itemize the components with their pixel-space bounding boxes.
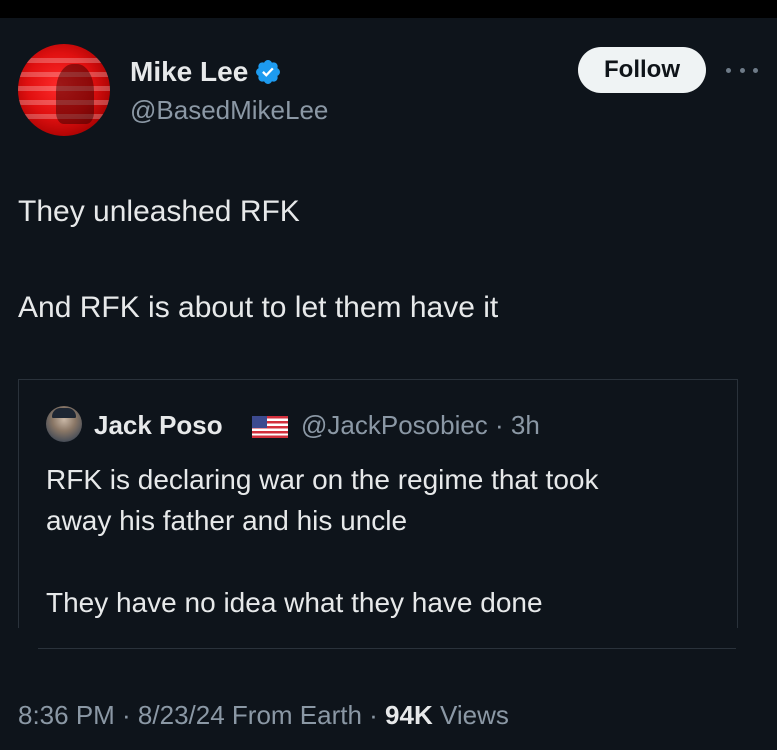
quote-text-line: RFK is declaring war on the regime that … [46,464,599,495]
author-name-link[interactable]: Mike Lee [130,55,282,89]
quoted-tweet-card[interactable]: Jack Poso @JackPosobiec · 3h RFK is decl… [18,379,738,628]
views-count: 94K [385,700,433,730]
avatar-cap [52,408,76,418]
author-avatar[interactable] [18,44,110,136]
avatar-flag-stripe [18,58,110,63]
post-timestamp[interactable]: 8:36 PM · 8/23/24 From Earth · [18,700,385,730]
follow-button[interactable]: Follow [578,47,706,93]
tweet-text-line: And RFK is about to let them have it [18,291,499,324]
quote-text-line: They have no idea what they have done [46,587,543,618]
quote-handle-time: @JackPosobiec · 3h [301,410,540,440]
quote-author-name: Jack Poso [94,410,223,440]
post: Mike Lee @BasedMikeLee Follow They unlea… [0,18,777,750]
us-flag-icon [252,416,288,438]
more-dot [726,67,731,73]
author-handle[interactable]: @BasedMikeLee [130,94,328,126]
quote-text-line: away his father and his uncle [46,505,408,536]
top-edge-bar [0,0,777,18]
more-dot [753,67,758,73]
verified-badge-icon [256,60,281,84]
avatar-figure [56,64,94,124]
views-label: Views [432,700,509,730]
more-dot [739,67,745,73]
tweet-text-line: They unleashed RFK [18,195,300,228]
quote-author-avatar [46,406,82,442]
more-horizontal-icon[interactable] [726,58,758,82]
post-footer: 8:36 PM · 8/23/24 From Earth · 94K Views [18,698,509,732]
author-display-name: Mike Lee [130,56,249,87]
divider [38,648,736,649]
